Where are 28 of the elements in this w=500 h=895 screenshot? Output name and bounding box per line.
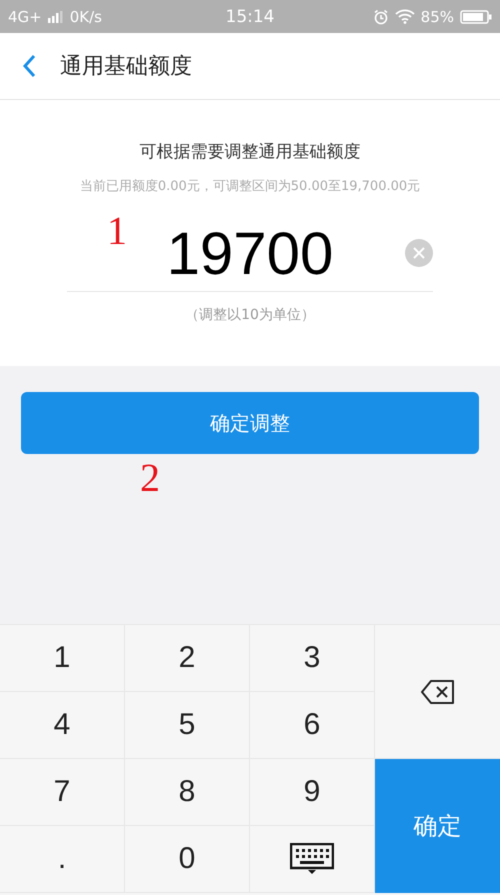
backspace-icon[interactable] (420, 678, 454, 704)
annotation-number: 2 (140, 454, 160, 501)
keypad-key[interactable]: 0 (125, 826, 250, 893)
battery-icon (460, 10, 492, 24)
keyboard-icon[interactable] (290, 843, 334, 875)
keypad-key[interactable]: 6 (250, 692, 375, 759)
unit-note: （调整以10为单位） (185, 306, 315, 324)
wifi-icon (394, 9, 415, 24)
clock-time: 15:14 (226, 6, 274, 26)
range-hint: 当前已用额度0.00元，可调整区间为50.00至19,700.00元 (80, 178, 420, 195)
keypad-key[interactable]: 2 (125, 625, 250, 692)
network-speed: 0K/s (70, 8, 102, 26)
form-heading: 可根据需要调整通用基础额度 (140, 141, 360, 163)
keypad-key[interactable]: 8 (125, 759, 250, 826)
keypad-key[interactable]: . (0, 826, 125, 893)
amount-field[interactable]: 1 19700 (67, 215, 433, 292)
keypad-key[interactable]: 1 (0, 625, 125, 692)
keypad-key[interactable]: 4 (0, 692, 125, 759)
signal-icon (48, 10, 64, 22)
keypad-key[interactable]: 7 (0, 759, 125, 826)
network-type: 4G+ (8, 8, 42, 26)
page-title: 通用基础额度 (60, 53, 192, 81)
alarm-icon (372, 8, 389, 24)
keypad-key[interactable]: 5 (125, 692, 250, 759)
battery-percent: 85% (420, 8, 454, 26)
keypad-key[interactable]: 3 (250, 625, 375, 692)
back-icon[interactable] (22, 54, 36, 78)
keypad-key[interactable]: 9 (250, 759, 375, 826)
